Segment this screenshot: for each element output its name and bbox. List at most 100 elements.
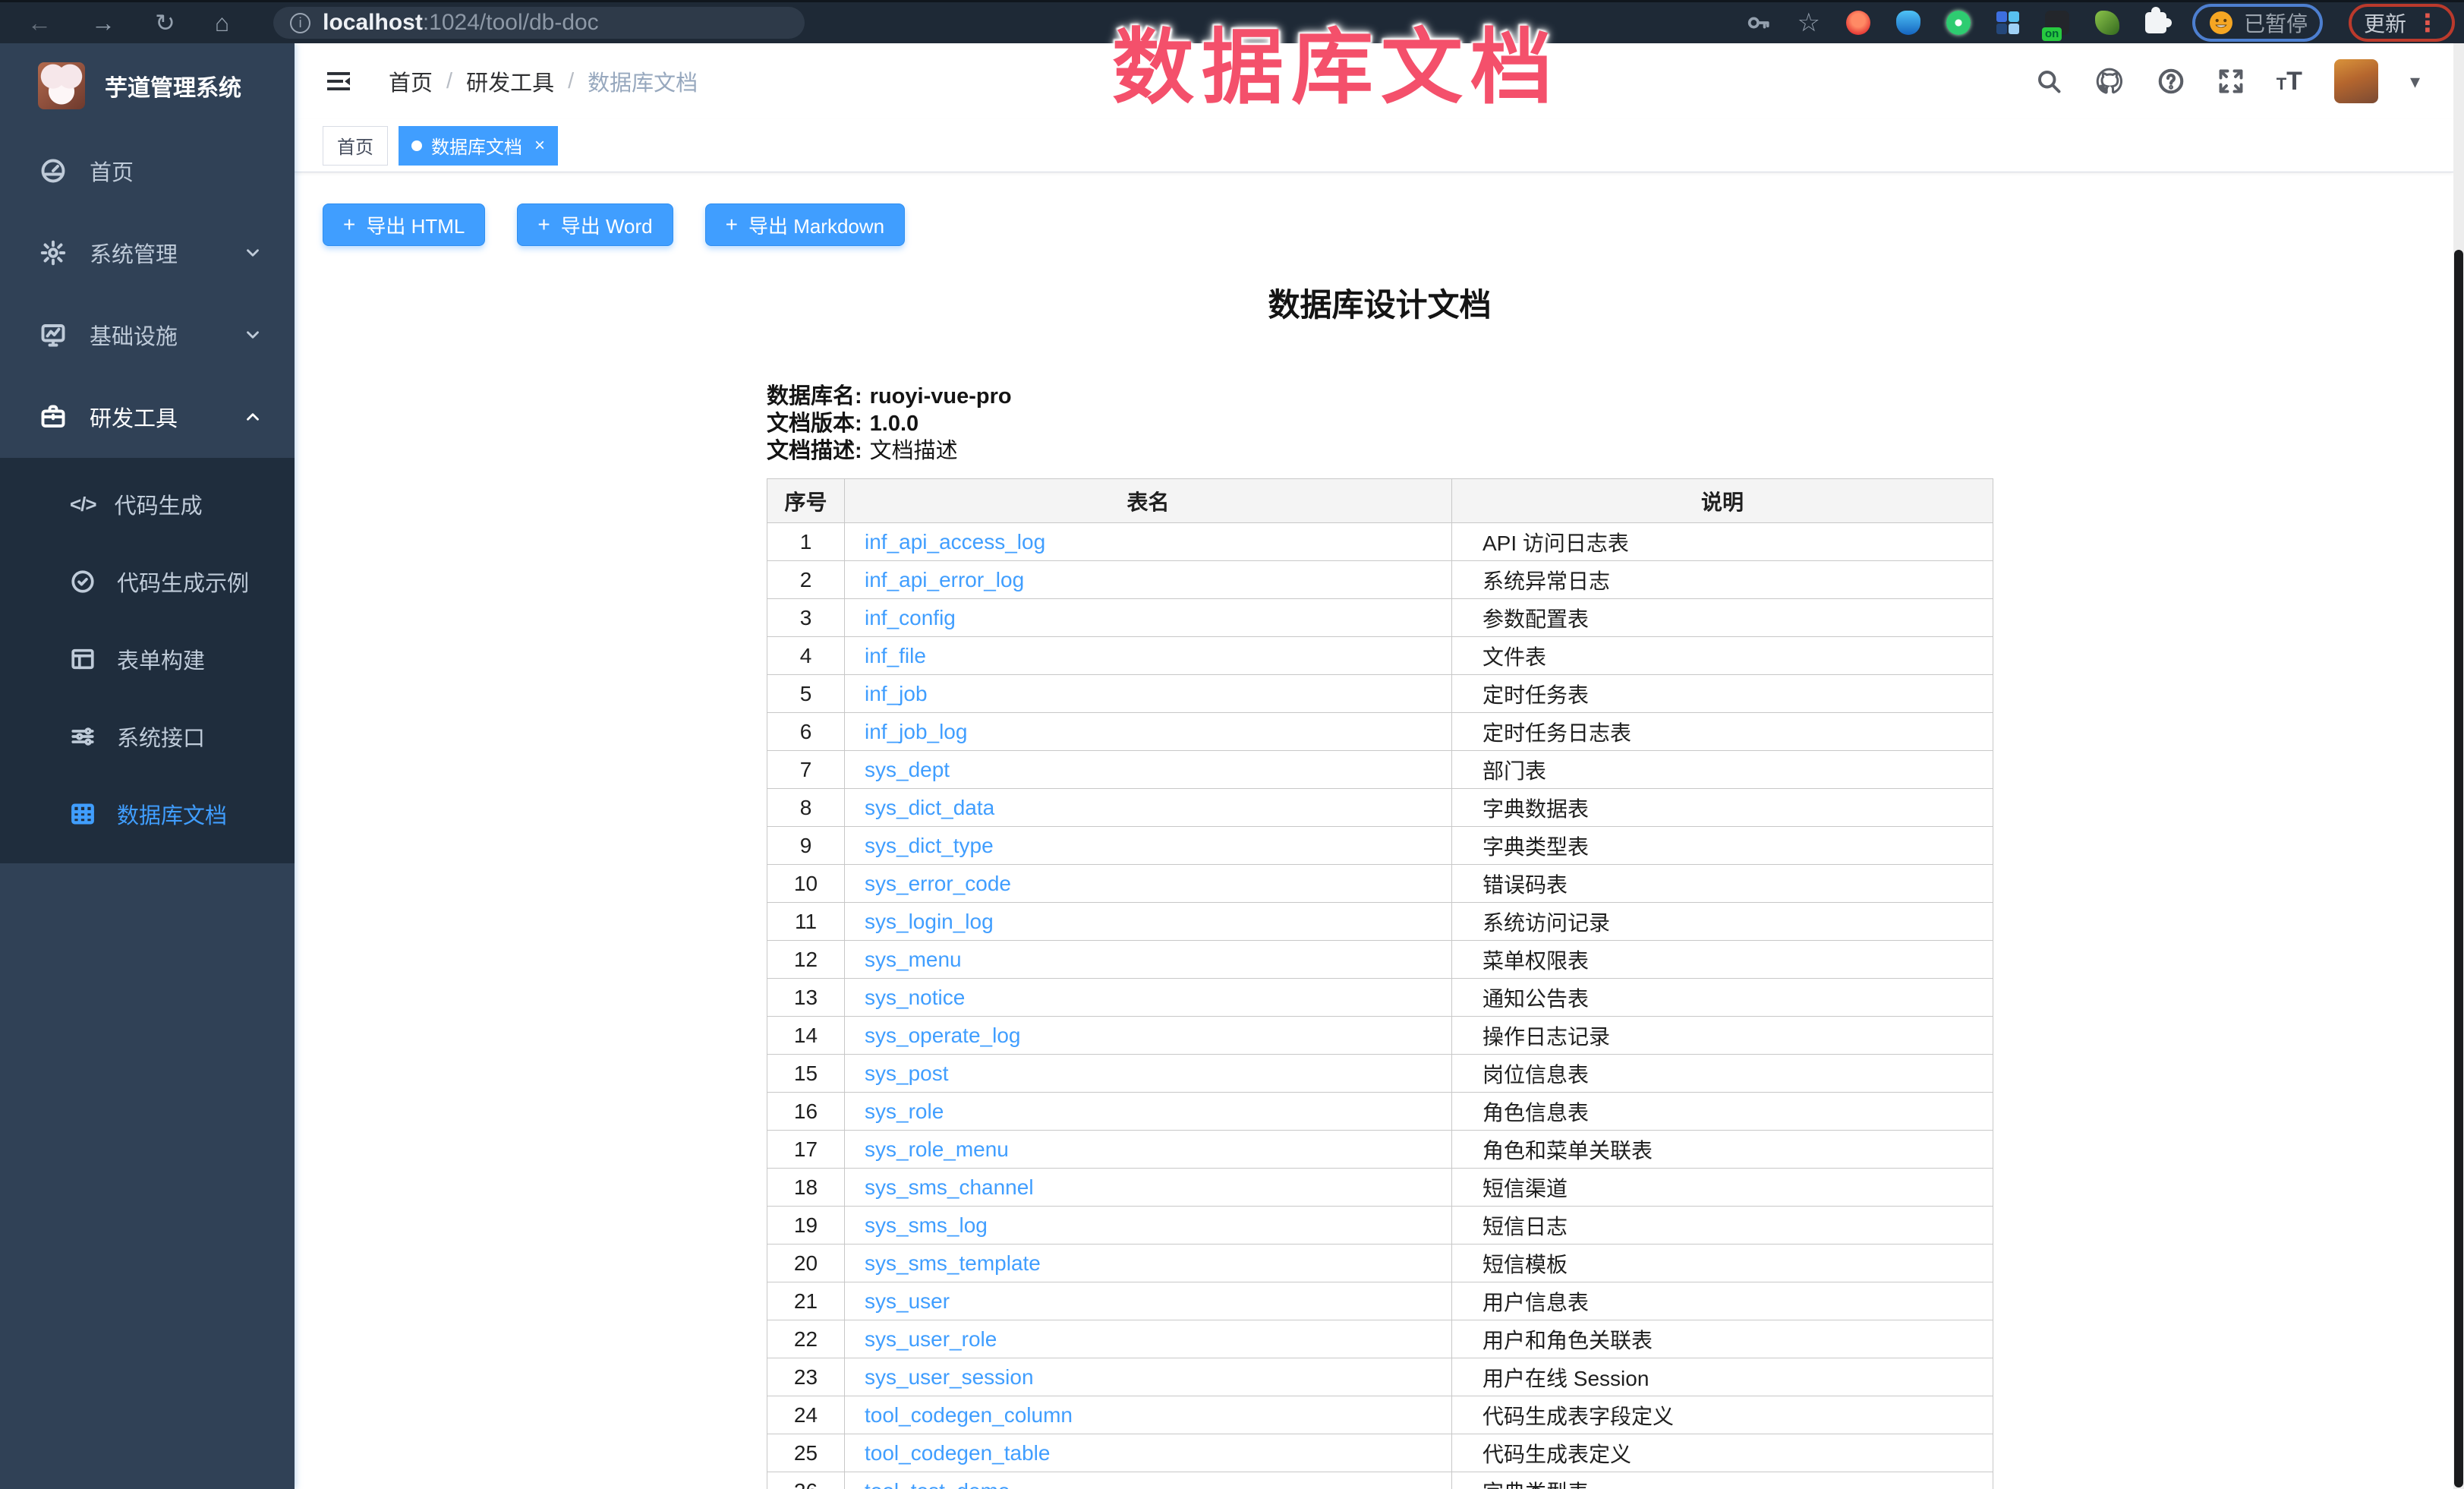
table-row: 8sys_dict_data字典数据表: [767, 789, 1993, 827]
extension-icon[interactable]: [1996, 11, 2019, 34]
forward-icon[interactable]: →: [91, 11, 115, 35]
table-link[interactable]: sys_user_role: [865, 1327, 997, 1351]
table-link[interactable]: sys_sms_channel: [865, 1175, 1034, 1199]
sidebar-item-codegen[interactable]: </> 代码生成: [0, 465, 295, 543]
table-link[interactable]: sys_menu: [865, 948, 962, 971]
sidebar-item-label: 数据库文档: [117, 798, 227, 830]
bookmark-star-icon[interactable]: ☆: [1797, 8, 1820, 38]
table-link[interactable]: sys_operate_log: [865, 1024, 1020, 1047]
table-row: 12sys_menu菜单权限表: [767, 941, 1993, 979]
table-link[interactable]: tool_codegen_table: [865, 1441, 1050, 1465]
update-button[interactable]: 更新 ⋮: [2349, 4, 2455, 42]
reload-icon[interactable]: ↻: [155, 11, 175, 35]
meta-value: ruoyi-vue-pro: [870, 384, 1012, 409]
scrollbar-thumb[interactable]: [2454, 250, 2463, 1487]
export-word-button[interactable]: + 导出 Word: [517, 203, 673, 246]
table-link[interactable]: inf_job: [865, 682, 928, 705]
close-icon[interactable]: ×: [534, 135, 545, 156]
key-icon[interactable]: [1745, 10, 1771, 36]
user-avatar[interactable]: [2334, 59, 2378, 103]
table-link[interactable]: inf_api_access_log: [865, 530, 1045, 554]
col-header-index: 序号: [767, 479, 845, 523]
extension-icon[interactable]: on: [2045, 11, 2069, 35]
table-row: 7sys_dept部门表: [767, 751, 1993, 789]
fullscreen-icon[interactable]: [2217, 68, 2245, 95]
table-link[interactable]: sys_role: [865, 1099, 944, 1123]
meta-value: 文档描述: [870, 439, 958, 463]
table-link[interactable]: tool_codegen_column: [865, 1403, 1073, 1427]
breadcrumb-devtools[interactable]: 研发工具: [466, 65, 554, 97]
extension-paused-badge[interactable]: 已暂停: [2192, 4, 2323, 42]
table-link[interactable]: inf_file: [865, 644, 926, 667]
table-link[interactable]: sys_error_code: [865, 872, 1011, 895]
table-row: 24tool_codegen_column代码生成表字段定义: [767, 1396, 1993, 1434]
table-link[interactable]: sys_dict_type: [865, 834, 994, 857]
home-icon[interactable]: ⌂: [215, 11, 229, 35]
export-toolbar: + 导出 HTML + 导出 Word + 导出 Markdown: [323, 203, 905, 246]
table-row: 5inf_job定时任务表: [767, 675, 1993, 713]
sidebar-item-label: 表单构建: [117, 643, 205, 675]
plus-icon: +: [343, 213, 355, 237]
table-link[interactable]: sys_dept: [865, 758, 950, 781]
main-content: + 导出 HTML + 导出 Word + 导出 Markdown 数据库设计文…: [295, 173, 2453, 1489]
table-link[interactable]: sys_sms_template: [865, 1251, 1041, 1275]
breadcrumb-home[interactable]: 首页: [389, 65, 433, 97]
table-link[interactable]: sys_user: [865, 1289, 950, 1313]
sidebar-fold-icon[interactable]: [323, 68, 354, 95]
sidebar-item-codegen-demo[interactable]: 代码生成示例: [0, 543, 295, 620]
table-link[interactable]: inf_job_log: [865, 720, 967, 743]
table-link[interactable]: sys_notice: [865, 986, 965, 1009]
sidebar-item-system[interactable]: 系统管理: [0, 212, 295, 294]
monitor-icon: [39, 321, 67, 349]
sidebar-item-devtools[interactable]: 研发工具: [0, 376, 295, 458]
extension-icon[interactable]: [1896, 11, 1920, 35]
url-host: localhost: [323, 10, 423, 36]
table-row: 11sys_login_log系统访问记录: [767, 903, 1993, 941]
table-row: 9sys_dict_type字典类型表: [767, 827, 1993, 865]
table-link[interactable]: sys_post: [865, 1062, 949, 1085]
github-icon[interactable]: [2094, 66, 2125, 96]
app-logo-row[interactable]: 芋道管理系统: [0, 43, 295, 128]
back-icon[interactable]: ←: [27, 11, 52, 35]
breadcrumb: 首页 / 研发工具 / 数据库文档: [389, 65, 698, 97]
screen: ← → ↻ ⌂ i localhost:1024/tool/db-doc ☆ o…: [0, 0, 2464, 1489]
export-markdown-button[interactable]: + 导出 Markdown: [705, 203, 906, 246]
table-link[interactable]: inf_config: [865, 606, 956, 629]
extension-icon[interactable]: [2095, 11, 2119, 35]
page-scrollbar[interactable]: [2453, 43, 2464, 1489]
user-menu-caret-icon[interactable]: ▾: [2410, 70, 2420, 93]
sidebar-item-home[interactable]: 首页: [0, 130, 295, 212]
extension-icon[interactable]: [1846, 11, 1870, 35]
help-icon[interactable]: [2157, 67, 2185, 96]
sidebar-item-infra[interactable]: 基础设施: [0, 294, 295, 376]
extension-icon[interactable]: [1946, 11, 1971, 35]
site-info-icon[interactable]: i: [290, 13, 310, 33]
table-link[interactable]: sys_role_menu: [865, 1137, 1009, 1161]
sidebar-item-label: 首页: [90, 155, 134, 187]
sidebar-item-form-builder[interactable]: 表单构建: [0, 620, 295, 698]
table-link[interactable]: sys_sms_log: [865, 1213, 988, 1237]
address-bar[interactable]: i localhost:1024/tool/db-doc: [273, 7, 805, 39]
table-link[interactable]: sys_dict_data: [865, 796, 994, 819]
sidebar: 芋道管理系统 首页 系统管理 基础设施 研发工具: [0, 43, 295, 1489]
sidebar-item-api[interactable]: 系统接口: [0, 698, 295, 775]
sidebar-item-db-doc[interactable]: 数据库文档: [0, 775, 295, 853]
tag-home[interactable]: 首页: [323, 126, 388, 166]
extensions-puzzle-icon[interactable]: [2145, 12, 2166, 33]
tag-db-doc[interactable]: 数据库文档 ×: [399, 126, 558, 166]
table-row: 18sys_sms_channel短信渠道: [767, 1169, 1993, 1207]
table-link[interactable]: tool_test_demo: [865, 1479, 1010, 1489]
table-link[interactable]: inf_api_error_log: [865, 568, 1024, 591]
breadcrumb-separator: /: [568, 69, 574, 94]
table-row: 15sys_post岗位信息表: [767, 1055, 1993, 1093]
font-size-icon[interactable]: TT: [2277, 67, 2302, 96]
breadcrumb-current: 数据库文档: [588, 65, 698, 97]
search-icon[interactable]: [2035, 68, 2062, 95]
sidebar-submenu-devtools: </> 代码生成 代码生成示例 表单构建 系统接口 数据库文档: [0, 458, 295, 863]
export-html-button[interactable]: + 导出 HTML: [323, 203, 485, 246]
table-link[interactable]: sys_user_session: [865, 1365, 1034, 1389]
browser-menu-icon[interactable]: ⋮: [2415, 11, 2440, 35]
browser-nav-buttons: ← → ↻ ⌂: [0, 11, 229, 35]
table-link[interactable]: sys_login_log: [865, 910, 994, 933]
smiley-icon: [2207, 9, 2235, 36]
